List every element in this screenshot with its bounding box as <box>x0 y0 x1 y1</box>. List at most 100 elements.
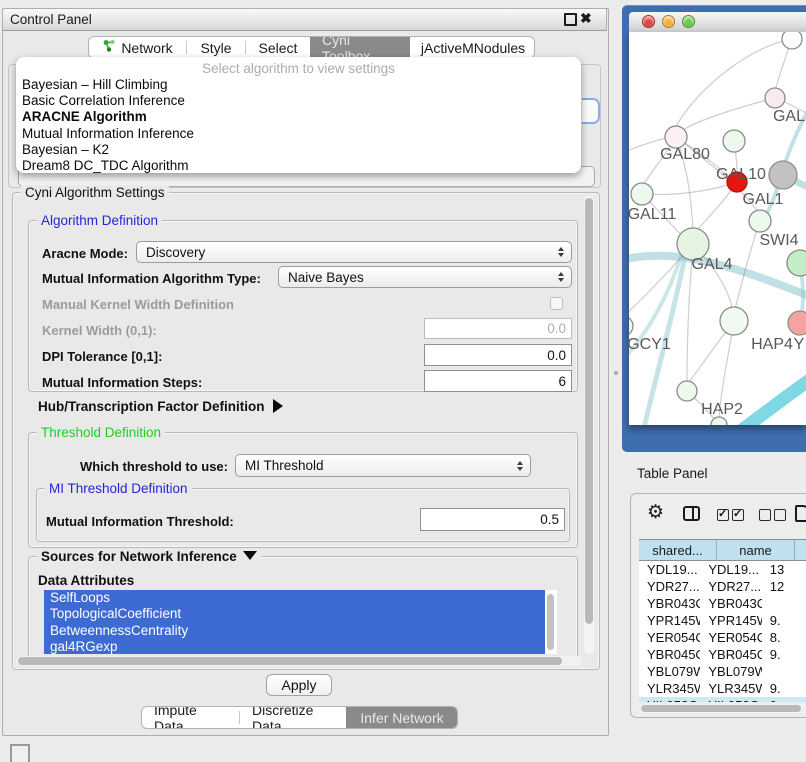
tab-label: Cyni Toolbox <box>322 36 398 59</box>
network-edge[interactable] <box>739 370 806 425</box>
network-node-gal1[interactable] <box>769 161 797 189</box>
algorithm-option-basic-correlation-inference[interactable]: Basic Correlation Inference <box>21 93 576 109</box>
table-cell: YIL052C <box>700 697 761 702</box>
network-edge[interactable] <box>651 182 737 195</box>
which-threshold-combo[interactable]: MI Threshold <box>235 454 531 477</box>
mi-type-label: Mutual Information Algorithm Type: <box>42 271 261 286</box>
network-node[interactable] <box>782 32 802 49</box>
tab-network[interactable]: Network <box>89 37 186 58</box>
network-window[interactable]: GALGAL80GAL10GAL1GAL11SWI4GAL4GCY1HAP4YH… <box>622 5 806 452</box>
network-node-y[interactable] <box>788 311 806 335</box>
network-node[interactable] <box>787 250 806 276</box>
attribute-item-betweennesscentrality[interactable]: BetweennessCentrality <box>44 623 557 639</box>
algorithm-option-mutual-information-inference[interactable]: Mutual Information Inference <box>21 126 576 142</box>
network-node-hap4[interactable] <box>720 307 748 335</box>
zoom-traffic-light[interactable] <box>682 15 695 28</box>
select-all-checkboxes-icon[interactable] <box>717 508 747 526</box>
mi-threshold-value: 0.5 <box>540 512 559 527</box>
tab-label: Infer Network <box>360 710 443 726</box>
network-node-gcy1[interactable] <box>629 316 633 336</box>
table-cell: YBL079W <box>639 663 700 680</box>
table-row[interactable]: YPR145WYPR145W9. <box>639 612 806 629</box>
table-row[interactable]: YDR27...YDR27...12 <box>639 578 806 595</box>
manual-kernel-checkbox[interactable] <box>550 297 563 310</box>
table-row[interactable]: YDL19...YDL19...13 <box>639 561 806 578</box>
table-cell: YER054C <box>700 629 761 646</box>
table-cell: YBR045C <box>639 646 700 663</box>
kernel-width-label: Kernel Width (0,1): <box>42 323 157 338</box>
sources-title[interactable]: Sources for Network Inference <box>37 549 261 564</box>
columns-icon[interactable] <box>683 506 700 521</box>
table-row[interactable]: YLR345WYLR345W9. <box>639 680 806 697</box>
table-row[interactable]: YIL052CYIL052C9. <box>639 697 806 702</box>
algorithm-option-aracne-algorithm[interactable]: ARACNE Algorithm <box>21 109 576 125</box>
table-row[interactable]: YER054CYER054C8. <box>639 629 806 646</box>
network-node-gal10[interactable] <box>723 130 745 152</box>
dpi-tolerance-field[interactable]: 0.0 <box>424 344 572 366</box>
deselect-all-checkboxes-icon[interactable] <box>759 508 789 526</box>
column-header-name[interactable]: name <box>717 539 795 561</box>
gear-icon[interactable]: ⚙ <box>647 503 664 522</box>
network-node-gal80[interactable] <box>665 126 687 148</box>
tab-jactivemnodules[interactable]: jActiveMNodules <box>410 37 535 58</box>
network-node-gal11[interactable] <box>631 183 653 205</box>
tab-cyni-toolbox[interactable]: Cyni Toolbox <box>310 37 410 58</box>
attr-list-scrollbar-thumb[interactable] <box>547 594 554 650</box>
table-cell: YDR27... <box>639 578 700 595</box>
minimize-traffic-light[interactable] <box>662 15 675 28</box>
network-edge[interactable] <box>735 221 760 309</box>
tab-impute-data[interactable]: Impute Data <box>142 707 239 728</box>
column-header-a[interactable]: A <box>795 539 806 561</box>
table-row[interactable]: YBL079WYBL079W <box>639 663 806 680</box>
panel-divider-handle[interactable] <box>614 371 618 375</box>
mi-type-combo[interactable]: Naive Bayes <box>278 266 572 288</box>
tab-label: Select <box>259 40 298 56</box>
network-node-gal[interactable] <box>765 88 785 108</box>
new-table-icon[interactable] <box>795 505 806 522</box>
network-node-label: HAP2 <box>701 401 743 418</box>
network-node-swi4[interactable] <box>749 210 771 232</box>
settings-vertical-scrollbar-thumb[interactable] <box>585 198 593 624</box>
kernel-width-field[interactable]: 0.0 <box>424 318 572 339</box>
apply-button[interactable]: Apply <box>266 674 332 696</box>
attribute-item-gal4rgexp[interactable]: gal4RGexp <box>44 639 557 654</box>
column-header-shared[interactable]: shared... <box>639 539 717 561</box>
data-attributes-list[interactable]: SelfLoopsTopologicalCoefficientBetweenne… <box>44 590 557 654</box>
tab-style[interactable]: Style <box>187 37 245 58</box>
hub-definition-toggle[interactable]: Hub/Transcription Factor Definition <box>38 399 283 414</box>
screen: Control Panel ✖ NetworkStyleSelectCyni T… <box>0 0 806 762</box>
table-row[interactable]: YBR043CYBR043C <box>639 595 806 612</box>
table-horizontal-scrollbar-thumb[interactable] <box>641 705 801 712</box>
network-edge[interactable] <box>685 98 775 129</box>
tab-infer-network[interactable]: Infer Network <box>346 707 458 728</box>
algorithm-option-bayesian-hill-climbing[interactable]: Bayesian – Hill Climbing <box>21 77 576 93</box>
settings-horizontal-scrollbar[interactable] <box>16 656 582 666</box>
table-row[interactable]: YBR045CYBR045C9. <box>639 646 806 663</box>
settings-vertical-scrollbar[interactable] <box>584 196 594 654</box>
float-window-icon[interactable] <box>564 13 577 26</box>
table-cell: YLR345W <box>700 680 761 697</box>
aracne-mode-combo[interactable]: Discovery <box>136 241 572 263</box>
table-cell: YIL052C <box>639 697 700 702</box>
network-node-label: GAL11 <box>629 206 676 223</box>
close-traffic-light[interactable] <box>642 15 655 28</box>
table-cell: 12 <box>762 578 806 595</box>
network-node-hap2[interactable] <box>677 381 697 401</box>
tab-discretize-data[interactable]: Discretize Data <box>240 707 346 728</box>
mi-threshold-field[interactable]: 0.5 <box>420 508 565 531</box>
mi-steps-field[interactable]: 6 <box>424 370 572 392</box>
manual-kernel-label: Manual Kernel Width Definition <box>42 297 234 312</box>
algorithm-option-dream8-dc-tdc-algorithm[interactable]: Dream8 DC_TDC Algorithm <box>21 158 576 174</box>
data-attributes-label: Data Attributes <box>38 573 134 588</box>
settings-horizontal-scrollbar-thumb[interactable] <box>18 657 562 665</box>
tab-select[interactable]: Select <box>246 37 310 58</box>
table-horizontal-scrollbar[interactable] <box>639 704 806 713</box>
attribute-item-topologicalcoefficient[interactable]: TopologicalCoefficient <box>44 606 557 622</box>
algorithm-option-bayesian-k2[interactable]: Bayesian – K2 <box>21 142 576 158</box>
network-canvas[interactable]: GALGAL80GAL10GAL1GAL11SWI4GAL4GCY1HAP4YH… <box>629 32 806 425</box>
close-icon[interactable]: ✖ <box>580 10 592 27</box>
network-window-titlebar[interactable] <box>629 12 806 33</box>
aracne-mode-label: Aracne Mode: <box>42 246 128 261</box>
attribute-item-selfloops[interactable]: SelfLoops <box>44 590 557 606</box>
minimized-panel-icon[interactable] <box>10 744 30 762</box>
